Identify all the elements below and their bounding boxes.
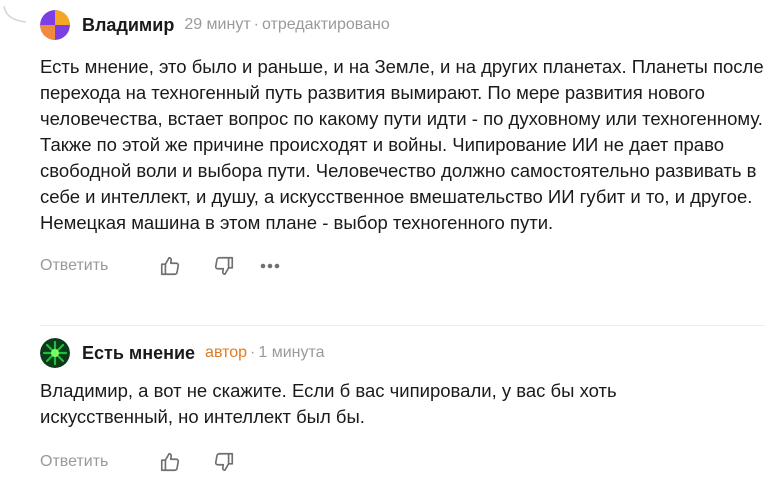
- more-icon[interactable]: [258, 254, 282, 278]
- comment-header: Владимир 29 минут · отредактировано: [40, 9, 765, 41]
- like-icon[interactable]: [158, 450, 182, 474]
- comment-header: Есть мнение автор · 1 минута: [40, 337, 765, 369]
- comment-text: Есть мнение, это было и раньше, и на Зем…: [40, 56, 764, 233]
- avatar-image-icon: [40, 338, 70, 368]
- avatar-image-icon: [40, 10, 70, 40]
- dislike-icon[interactable]: [212, 254, 236, 278]
- reply-button[interactable]: Ответить: [40, 453, 158, 471]
- avatar[interactable]: [40, 338, 70, 368]
- dislike-icon[interactable]: [212, 450, 236, 474]
- reply-button[interactable]: Ответить: [40, 257, 158, 275]
- author-name[interactable]: Владимир: [82, 15, 174, 36]
- comment-divider: [40, 325, 765, 326]
- author-name[interactable]: Есть мнение: [82, 343, 195, 364]
- meta-separator: ·: [253, 16, 259, 33]
- comment-text: Владимир, а вот не скажите. Если б вас ч…: [40, 380, 617, 427]
- comment-vladimir: Владимир 29 минут · отредактировано Есть…: [40, 9, 765, 278]
- comment-actions: Ответить: [40, 450, 765, 474]
- like-icon[interactable]: [158, 254, 182, 278]
- edited-label: отредактировано: [261, 16, 390, 33]
- meta-separator: ·: [250, 344, 256, 361]
- comment-time: 29 минут: [184, 16, 251, 33]
- avatar[interactable]: [40, 10, 70, 40]
- comment-time: 1 минута: [258, 344, 325, 361]
- author-badge: автор: [205, 344, 248, 361]
- comment-author-reply: Есть мнение автор · 1 минута Владимир, а…: [40, 337, 765, 474]
- comment-actions: Ответить: [40, 254, 765, 278]
- thread-connector-line: [3, 6, 27, 23]
